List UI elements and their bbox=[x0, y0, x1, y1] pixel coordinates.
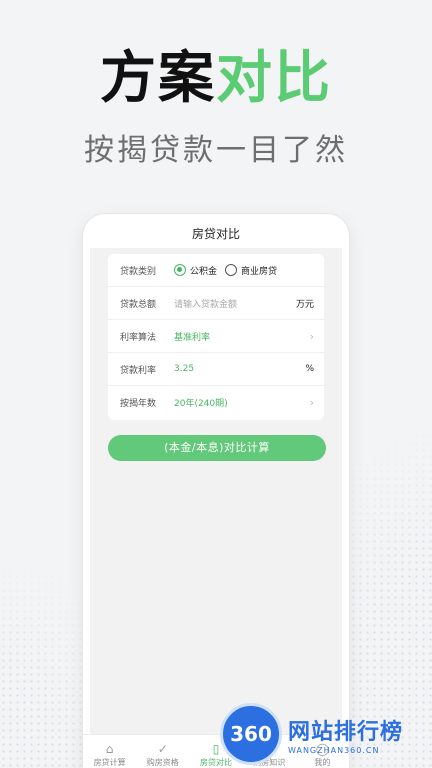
loan-type-row: 贷款类别 公积金 商业房贷 bbox=[108, 254, 324, 287]
rate-method-value: 基准利率 bbox=[174, 332, 211, 343]
radio-housing-fund[interactable]: 公积金 bbox=[174, 264, 217, 277]
compare-calculate-button[interactable]: (本金/本息)对比计算 bbox=[108, 435, 326, 461]
watermark-cn: 网站排行榜 bbox=[288, 719, 404, 745]
chevron-right-icon: › bbox=[309, 396, 314, 409]
radio-checked-icon bbox=[174, 264, 186, 276]
watermark-logo: 360 bbox=[220, 703, 282, 765]
book-compare-icon: ▯ bbox=[212, 741, 220, 756]
hero-title-dark: 方案 bbox=[100, 46, 216, 111]
loan-type-radio-group: 公积金 商业房贷 bbox=[174, 264, 314, 277]
loan-amount-row: 贷款总额 请输入贷款金额 万元 bbox=[108, 287, 324, 320]
watermark-en: WANGZHAN360.CN bbox=[288, 745, 380, 755]
tab-loan-calculator[interactable]: ⌂ 房贷计算 bbox=[83, 735, 136, 768]
radio-commercial-loan-label: 商业房贷 bbox=[241, 266, 278, 277]
loan-amount-unit: 万元 bbox=[295, 299, 314, 310]
loan-term-row[interactable]: 按揭年数 20年(240期) › bbox=[108, 386, 324, 419]
loan-term-value: 20年(240期) bbox=[174, 399, 228, 409]
hero-title: 方案对比 bbox=[0, 44, 432, 114]
watermark: 360 网站排行榜 WANGZHAN360.CN bbox=[220, 700, 432, 768]
loan-rate-row: 贷款利率 3.25 % bbox=[108, 353, 324, 386]
loan-rate-unit: % bbox=[305, 364, 314, 374]
hero-subtitle: 按揭贷款一目了然 bbox=[84, 133, 348, 168]
house-calc-icon: ⌂ bbox=[105, 741, 114, 756]
rate-method-row[interactable]: 利率算法 基准利率 › bbox=[108, 320, 324, 353]
loan-amount-input[interactable]: 请输入贷款金额 bbox=[174, 297, 296, 310]
screen-body: 贷款类别 公积金 商业房贷 贷款总额 请输入贷款金额 万元 利率算法 基准利率 … bbox=[90, 248, 342, 748]
radio-housing-fund-label: 公积金 bbox=[190, 266, 218, 277]
loan-amount-label: 贷款总额 bbox=[120, 299, 157, 310]
tab-label: 购房资格 bbox=[146, 757, 179, 767]
check-circle-icon: ✓ bbox=[157, 741, 168, 756]
radio-commercial-loan[interactable]: 商业房贷 bbox=[225, 264, 277, 277]
loan-term-label: 按揭年数 bbox=[120, 399, 157, 409]
loan-rate-input[interactable]: 3.25 bbox=[174, 364, 305, 374]
rate-method-label: 利率算法 bbox=[120, 332, 157, 343]
tab-label: 房贷计算 bbox=[93, 757, 126, 767]
nav-title: 房贷对比 bbox=[191, 227, 240, 241]
loan-type-label: 贷款类别 bbox=[120, 266, 157, 277]
radio-unchecked-icon bbox=[225, 264, 238, 276]
chevron-right-icon: › bbox=[309, 329, 314, 343]
loan-rate-label: 贷款利率 bbox=[120, 365, 157, 376]
tab-purchase-eligibility[interactable]: ✓ 购房资格 bbox=[136, 735, 189, 768]
loan-form-card: 贷款类别 公积金 商业房贷 贷款总额 请输入贷款金额 万元 利率算法 基准利率 … bbox=[108, 254, 324, 420]
watermark-text: 网站排行榜 WANGZHAN360.CN bbox=[288, 714, 403, 755]
phone-mockup: 房贷对比 贷款类别 公积金 商业房贷 贷款总额 请输入贷款金额 万元 利率算法 … bbox=[83, 214, 349, 768]
hero-title-green: 对比 bbox=[216, 46, 332, 111]
